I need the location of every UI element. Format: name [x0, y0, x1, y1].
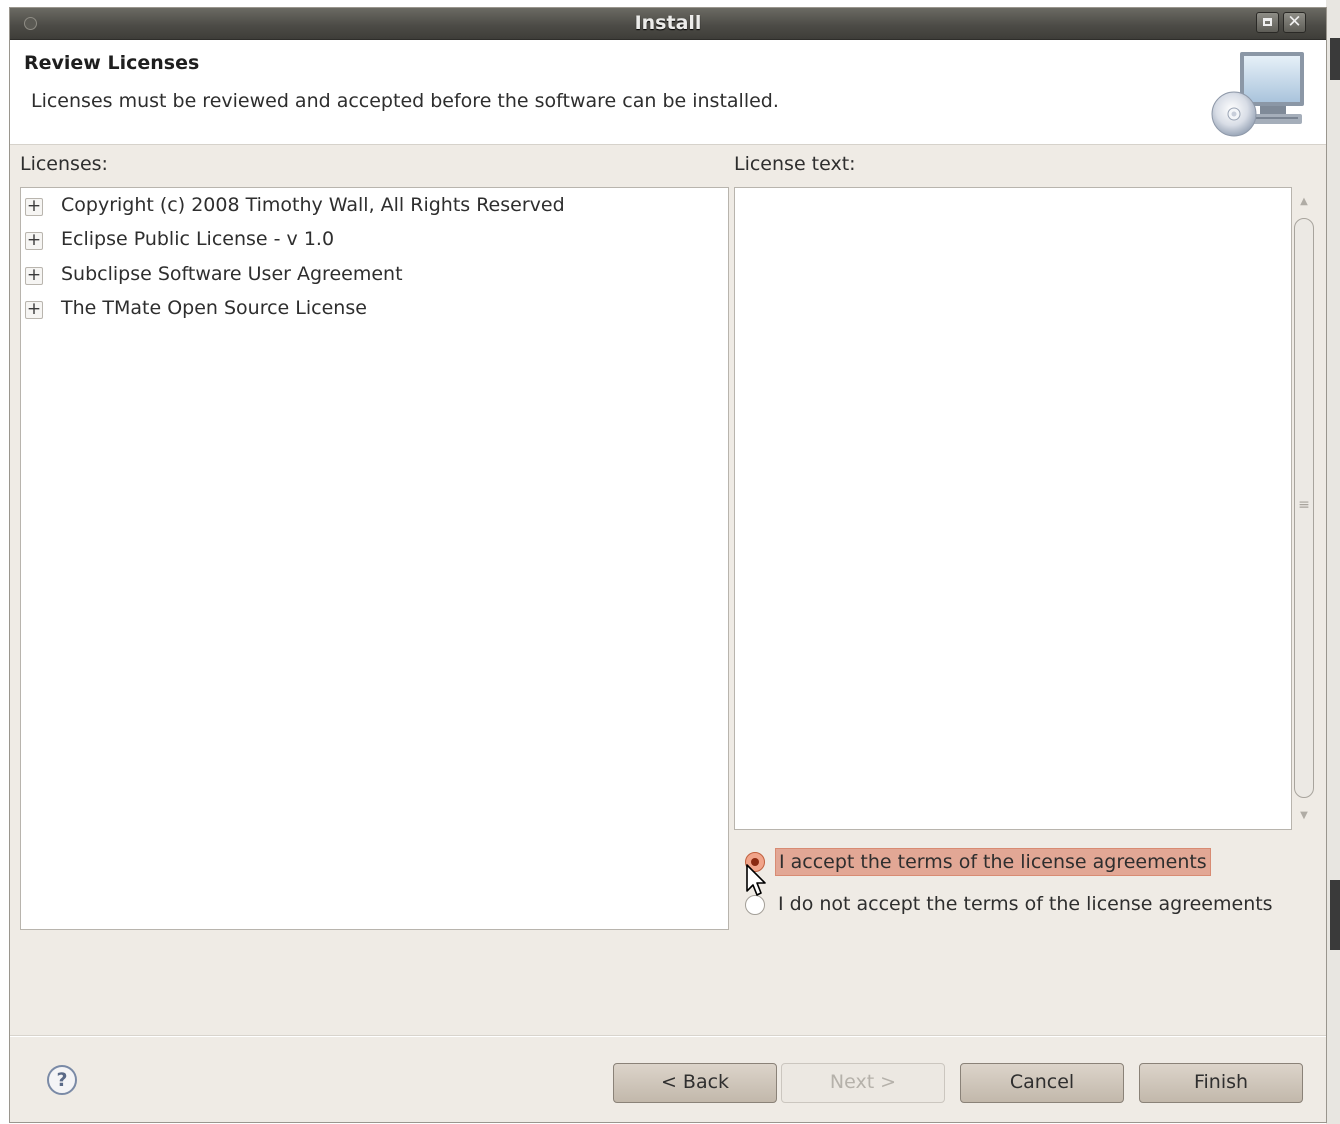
page-title: Review Licenses [24, 52, 200, 74]
tree-item-label: Eclipse Public License - v 1.0 [61, 228, 335, 250]
license-text-scrollbar[interactable]: ▲ ≡ ▼ [1292, 188, 1316, 828]
wizard-header: Review Licenses Licenses must be reviewe… [10, 40, 1326, 145]
window-title: Install [634, 12, 702, 34]
close-icon: ✕ [1287, 12, 1302, 32]
monitor-cd-icon [1211, 52, 1304, 137]
tree-item-eclipse-public-license[interactable]: + Eclipse Public License - v 1.0 [21, 224, 721, 258]
maximize-button[interactable] [1256, 12, 1279, 33]
license-text-area[interactable] [734, 187, 1292, 830]
expand-icon[interactable]: + [25, 301, 43, 319]
next-button: Next > [781, 1063, 945, 1103]
scroll-down-icon[interactable]: ▼ [1292, 810, 1316, 821]
help-icon[interactable]: ? [47, 1065, 77, 1095]
tree-item-subclipse-agreement[interactable]: + Subclipse Software User Agreement [21, 259, 721, 293]
grip-icon: ≡ [1298, 497, 1310, 513]
expand-icon[interactable]: + [25, 232, 43, 250]
page-description: Licenses must be reviewed and accepted b… [31, 90, 779, 112]
tree-item-label: The TMate Open Source License [61, 297, 367, 319]
back-button[interactable]: < Back [613, 1063, 777, 1103]
install-dialog: Install ✕ Review Licenses Licenses must … [10, 8, 1326, 1122]
licenses-label: Licenses: [20, 153, 108, 175]
scroll-up-icon[interactable]: ▲ [1292, 196, 1316, 207]
cancel-button[interactable]: Cancel [960, 1063, 1124, 1103]
license-text-label: License text: [734, 153, 856, 175]
accept-label: I accept the terms of the license agreem… [775, 848, 1211, 876]
decline-radio[interactable]: I do not accept the terms of the license… [745, 889, 1315, 923]
scroll-thumb[interactable]: ≡ [1294, 218, 1314, 798]
decline-label: I do not accept the terms of the license… [778, 893, 1273, 915]
expand-icon[interactable]: + [25, 198, 43, 216]
finish-button[interactable]: Finish [1139, 1063, 1303, 1103]
background-window-edge [1326, 0, 1340, 1124]
mouse-cursor-icon [746, 864, 766, 896]
button-bar-divider [10, 1035, 1326, 1037]
licenses-tree[interactable]: + Copyright (c) 2008 Timothy Wall, All R… [20, 187, 729, 930]
tree-item-label: Subclipse Software User Agreement [61, 263, 403, 285]
tree-item-tmate-license[interactable]: + The TMate Open Source License [21, 293, 721, 327]
maximize-icon [1263, 18, 1272, 26]
tree-item-label: Copyright (c) 2008 Timothy Wall, All Rig… [61, 194, 565, 216]
tree-item-copyright-timothy-wall[interactable]: + Copyright (c) 2008 Timothy Wall, All R… [21, 190, 721, 224]
accept-radio[interactable]: I accept the terms of the license agreem… [745, 846, 1245, 880]
close-button[interactable]: ✕ [1283, 12, 1306, 33]
title-bar: Install ✕ [10, 8, 1326, 40]
expand-icon[interactable]: + [25, 267, 43, 285]
